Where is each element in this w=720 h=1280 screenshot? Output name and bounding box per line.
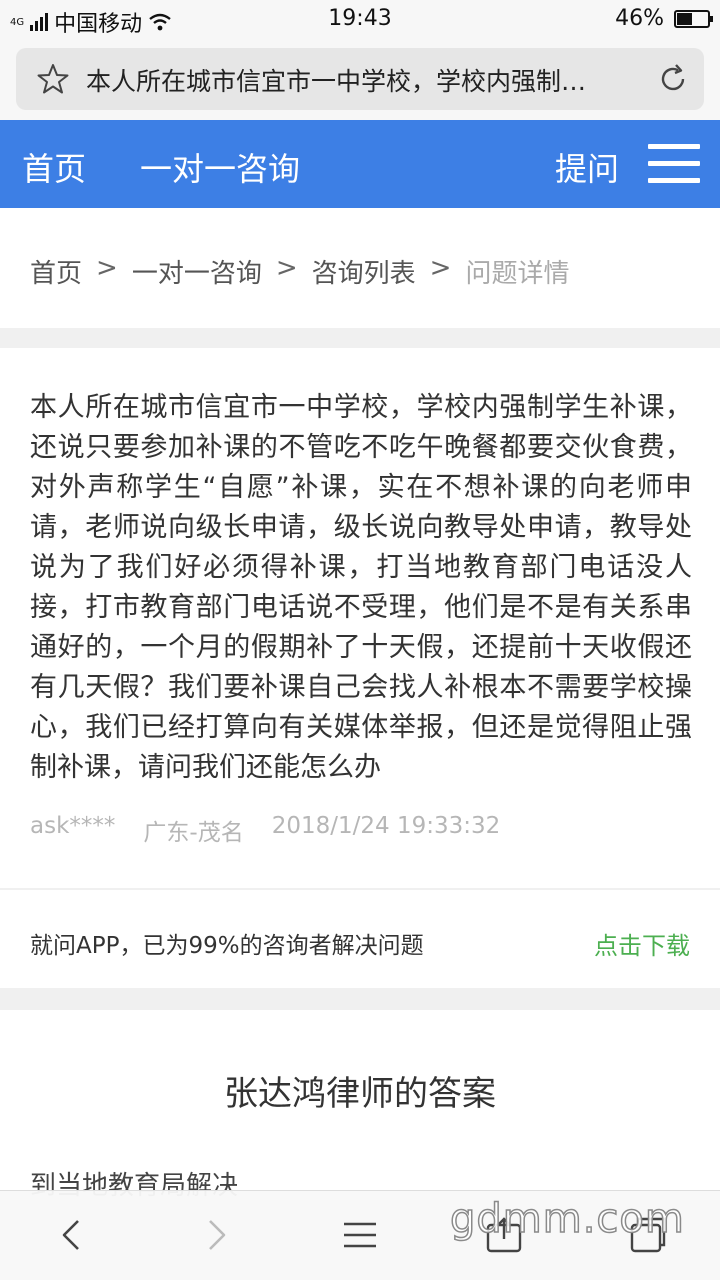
address-bar[interactable]: 本人所在城市信宜市一中学校，学校内强制… xyxy=(16,48,704,110)
question-card: 本人所在城市信宜市一中学校，学校内强制学生补课，还说只要参加补课的不管吃不吃午晚… xyxy=(0,348,720,888)
status-bar: 4G 中国移动 19:43 46% xyxy=(0,0,720,40)
breadcrumb-consult[interactable]: 一对一咨询 xyxy=(132,253,262,290)
watermark: gdmm.com xyxy=(449,1195,685,1243)
reload-icon[interactable] xyxy=(656,62,690,96)
browser-address-area: 本人所在城市信宜市一中学校，学校内强制… xyxy=(0,40,720,120)
breadcrumb: 首页 > 一对一咨询 > 咨询列表 > 问题详情 xyxy=(0,208,720,328)
breadcrumb-separator: > xyxy=(429,253,452,283)
breadcrumb-home[interactable]: 首页 xyxy=(30,253,82,290)
asker-location: 广东-茂名 xyxy=(143,820,244,846)
clock: 19:43 xyxy=(328,6,392,31)
battery-icon xyxy=(674,9,713,28)
battery-percent: 46% xyxy=(615,6,664,31)
bookmark-star-icon[interactable] xyxy=(36,62,70,96)
page-title-url[interactable]: 本人所在城市信宜市一中学校，学校内强制… xyxy=(86,62,646,98)
app-banner: 就问APP，已为99%的咨询者解决问题 点击下载 xyxy=(0,890,720,988)
breadcrumb-list[interactable]: 咨询列表 xyxy=(312,253,416,290)
breadcrumb-current: 问题详情 xyxy=(465,259,570,289)
question-time: 2018/1/24 19:33:32 xyxy=(271,813,501,839)
nav-home[interactable]: 首页 xyxy=(22,144,86,190)
breadcrumb-separator: > xyxy=(275,253,298,283)
ask-question-button[interactable]: 提问 xyxy=(555,144,619,190)
answer-title: 张达鸿律师的答案 xyxy=(224,1074,496,1114)
site-header: 首页 一对一咨询 提问 xyxy=(0,120,720,208)
browser-menu-icon[interactable] xyxy=(338,1213,382,1257)
question-text: 本人所在城市信宜市一中学校，学校内强制学生补课，还说只要参加补课的不管吃不吃午晚… xyxy=(30,392,692,783)
app-banner-text: 就问APP，已为99%的咨询者解决问题 xyxy=(30,933,424,959)
back-icon[interactable] xyxy=(50,1213,94,1257)
forward-icon[interactable] xyxy=(194,1213,238,1257)
asker-name: ask**** xyxy=(30,813,116,839)
nav-consult[interactable]: 一对一咨询 xyxy=(140,144,300,190)
breadcrumb-separator: > xyxy=(96,253,118,283)
question-meta: ask**** 广东-茂名 2018/1/24 19:33:32 xyxy=(30,813,500,847)
menu-icon[interactable] xyxy=(648,144,700,184)
download-link[interactable]: 点击下载 xyxy=(594,926,690,961)
